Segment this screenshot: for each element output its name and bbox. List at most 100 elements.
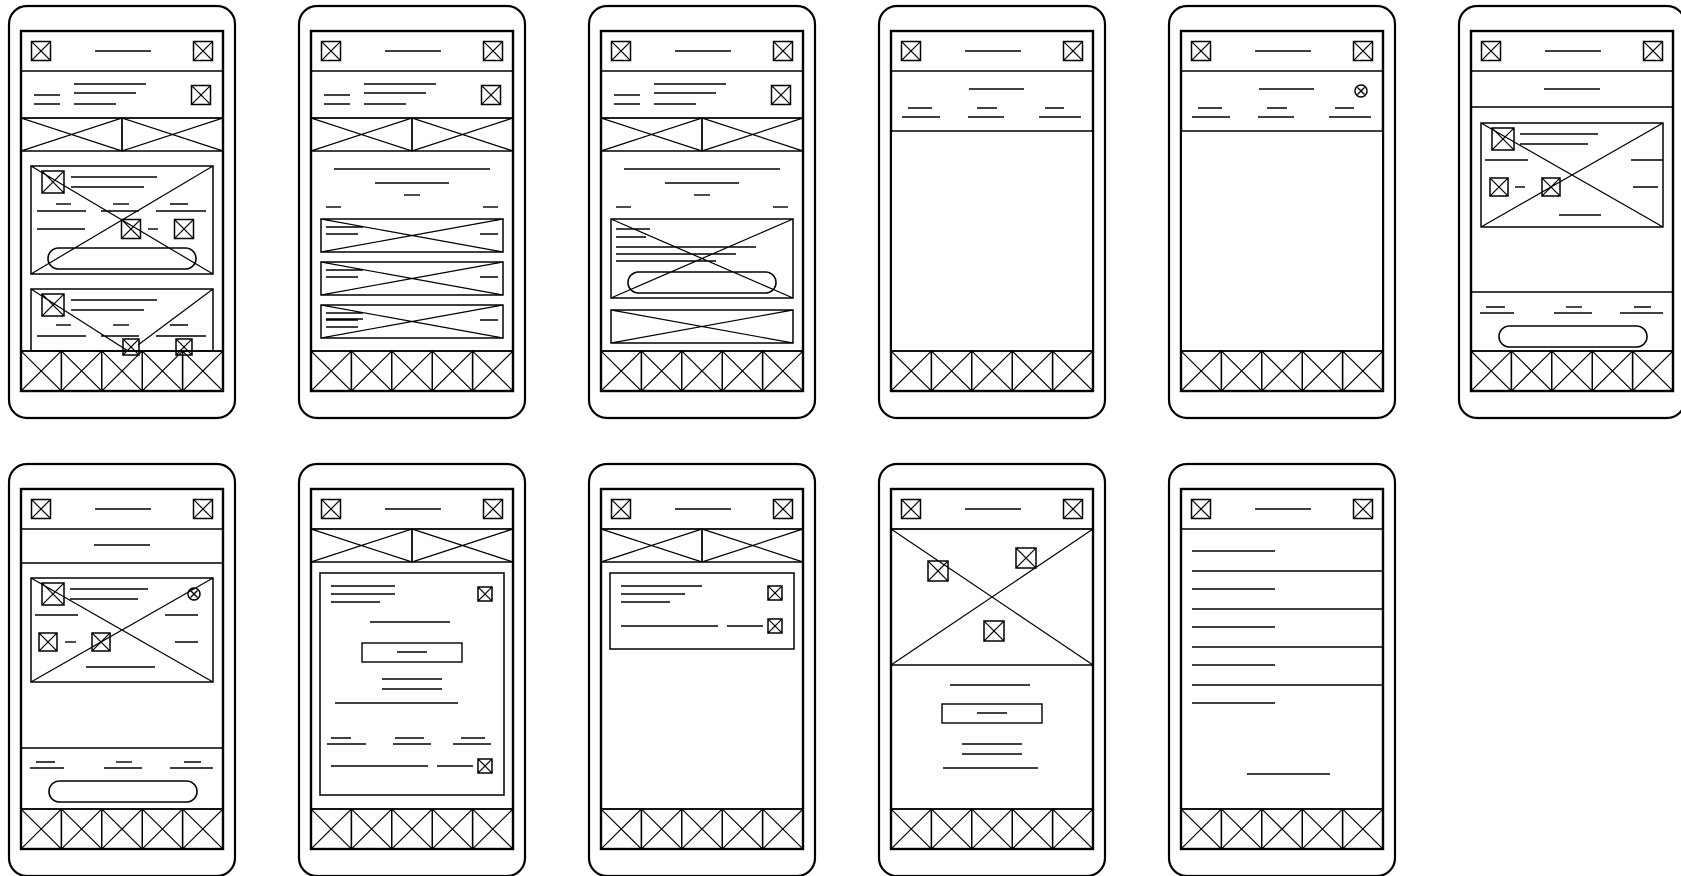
- control-icon: [122, 338, 140, 356]
- tab-bar-item: [310, 808, 353, 850]
- content-card-clipped: [30, 288, 214, 356]
- wireframe-screen-1: [7, 4, 237, 420]
- avatar-icon: [1491, 127, 1515, 151]
- avatar-icon: [41, 293, 65, 317]
- checkbox-icon: [767, 585, 783, 601]
- action-icon: [1352, 40, 1374, 62]
- profile-header: [601, 83, 803, 119]
- menu-icon: [900, 498, 922, 520]
- hero-icon: [927, 560, 949, 582]
- bottom-tab-bar: [1180, 350, 1384, 392]
- wireframe-canvas: [7, 4, 1681, 876]
- tab-bar-item: [101, 808, 143, 850]
- control-icon: [1489, 177, 1509, 197]
- control-icon: [1541, 177, 1561, 197]
- action-icon: [1062, 498, 1084, 520]
- footer-button: [1498, 325, 1648, 348]
- profile-action-icon: [480, 84, 502, 106]
- header-bar: [891, 498, 1093, 530]
- tab-bar-item: [20, 808, 63, 850]
- wireframe-screen-6: [1457, 4, 1681, 420]
- tab-bar-item: [60, 808, 103, 850]
- tab-bar-item: [310, 350, 353, 392]
- list-row: [320, 304, 504, 339]
- tab-bar-item: [971, 350, 1013, 392]
- tab-bar-item: [721, 350, 764, 392]
- content-card: [30, 165, 214, 275]
- tab-bar-item: [471, 350, 514, 392]
- card-button: [627, 271, 777, 294]
- tab-item: [411, 117, 514, 152]
- tab-item: [411, 528, 514, 563]
- tab-bar-item: [1180, 350, 1223, 392]
- action-icon: [482, 40, 504, 62]
- tab-bar-item: [890, 808, 933, 850]
- tab-bar-item: [1220, 350, 1263, 392]
- tab-bar-item: [1220, 808, 1263, 850]
- tab-bar-item: [1180, 808, 1223, 850]
- close-icon: [1354, 84, 1368, 98]
- tab-bar-item: [350, 808, 393, 850]
- tab-bar-item: [1051, 350, 1094, 392]
- filter-header: [1181, 84, 1383, 132]
- header-bar: [601, 40, 803, 72]
- action-icon: [192, 498, 214, 520]
- bottom-tab-bar: [20, 350, 224, 392]
- tab-bar-item: [681, 350, 723, 392]
- phone-screen: [889, 487, 1095, 851]
- tab-item: [310, 528, 413, 563]
- feature-card: [610, 218, 794, 299]
- detail-card: [30, 577, 214, 683]
- bottom-tab-bar: [310, 350, 514, 392]
- tab-bar-item: [431, 350, 474, 392]
- action-icon: [192, 40, 214, 62]
- intro-text: [616, 168, 788, 208]
- control-icon: [91, 632, 111, 652]
- settings-frame: [609, 572, 795, 650]
- tab-bar-item: [600, 350, 643, 392]
- tab-bar-item: [1301, 350, 1344, 392]
- wireframe-screen-3: [587, 4, 817, 420]
- header-bar: [891, 40, 1093, 72]
- tab-bar-item: [1261, 350, 1303, 392]
- profile-action-icon: [190, 84, 212, 106]
- tab-bar-item: [721, 808, 764, 850]
- header-bar: [311, 498, 513, 530]
- tab-bar-item: [1341, 350, 1384, 392]
- phone-outline: [877, 462, 1107, 876]
- list-row-image: [320, 261, 504, 296]
- bottom-tab-bar: [20, 808, 224, 850]
- tab-bar-item: [141, 350, 184, 392]
- tab-bar-item: [391, 808, 433, 850]
- tab-bar-item: [60, 350, 103, 392]
- header-bar: [601, 498, 803, 530]
- segmented-tabs: [20, 117, 224, 152]
- tab-item: [310, 117, 413, 152]
- tab-item: [121, 117, 224, 152]
- tab-item: [20, 117, 123, 152]
- header-bar: [21, 498, 223, 530]
- menu-icon: [900, 40, 922, 62]
- avatar-icon: [41, 170, 65, 194]
- hero-icon: [983, 620, 1005, 642]
- bottom-tab-bar: [310, 808, 514, 850]
- phone-screen: [19, 487, 225, 851]
- tab-bar-item: [600, 808, 643, 850]
- tab-bar-item: [1301, 808, 1344, 850]
- phone-outline: [7, 462, 237, 876]
- tab-bar-item: [471, 808, 514, 850]
- card-image: [30, 288, 214, 352]
- card-image: [1480, 122, 1664, 228]
- empty-body: [1182, 132, 1382, 350]
- tab-item: [701, 528, 804, 563]
- title-section: [21, 544, 223, 564]
- title-section: [1471, 88, 1673, 108]
- wireframe-screen-10: [877, 462, 1107, 876]
- menu-icon: [320, 40, 342, 62]
- control-icon: [173, 218, 195, 240]
- action-icon: [1642, 40, 1664, 62]
- list-row-image: [610, 309, 794, 344]
- tab-bar-item: [391, 350, 433, 392]
- menu-icon: [30, 498, 52, 520]
- menu-icon: [30, 40, 52, 62]
